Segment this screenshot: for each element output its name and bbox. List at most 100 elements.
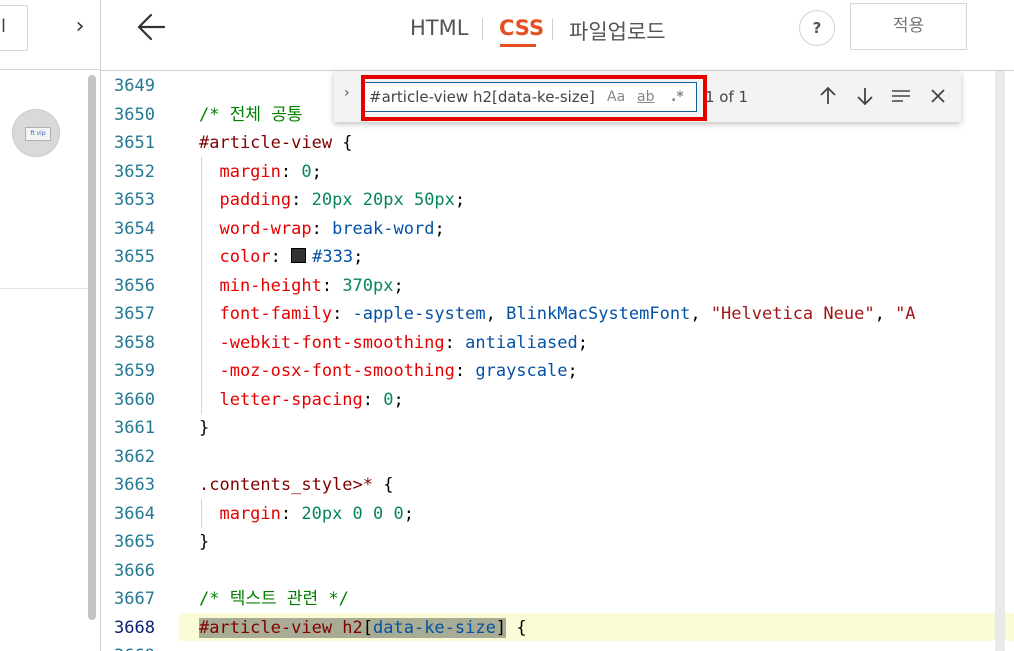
code-lines[interactable]: /* 전체 공통 #article-view { margin: 0; paddi…: [179, 71, 1014, 651]
code-token: }: [199, 532, 210, 552]
code-token: 20px 20px 50px: [311, 190, 455, 210]
code-line[interactable]: word-wrap: break-word;: [199, 215, 445, 243]
code-token: -moz-osx-font-smoothing: [199, 361, 455, 381]
editor-toolbar: HTML CSS 파일업로드 ? 적용: [101, 0, 1014, 71]
line-number: 3665: [114, 532, 155, 552]
avatar-sign: ft vip: [25, 127, 51, 141]
code-line[interactable]: #article-view h2[data-ke-size] {: [199, 614, 527, 642]
chevron-right-icon[interactable]: ›: [66, 9, 94, 45]
code-token: margin: [199, 503, 281, 524]
code-token: :: [280, 161, 302, 182]
line-number: 3656: [114, 275, 155, 296]
code-token: letter-spacing: [199, 389, 363, 410]
search-match-token: #article-view h2: [199, 617, 363, 638]
code-token: /* 텍스트 관련 */: [199, 589, 349, 609]
left-scrollbar[interactable]: [88, 75, 96, 620]
help-button[interactable]: ?: [799, 10, 835, 46]
line-number: 3669: [114, 642, 155, 651]
line-number: 3663: [114, 475, 155, 495]
color-swatch[interactable]: [291, 248, 307, 263]
code-line[interactable]: -webkit-font-smoothing: antialiased;: [199, 329, 588, 357]
code-token: /* 전체 공통: [199, 104, 303, 125]
code-line[interactable]: /* 전체 공통: [199, 101, 303, 129]
line-number: 3661: [114, 418, 155, 438]
close-icon[interactable]: [927, 84, 949, 108]
apply-button[interactable]: 적용: [850, 3, 967, 50]
arrow-up-icon[interactable]: [817, 84, 839, 108]
avatar[interactable]: ft vip: [12, 109, 60, 157]
tab-css[interactable]: CSS: [499, 16, 544, 40]
annotation-highlight-box: [361, 75, 707, 121]
left-divider-top: [0, 69, 100, 70]
toggle-replace-icon[interactable]: ›: [344, 85, 350, 101]
code-line[interactable]: -moz-osx-font-smoothing: grayscale;: [199, 357, 578, 385]
code-token: padding: [199, 190, 292, 210]
code-line[interactable]: .contents_style>* {: [199, 471, 393, 499]
code-token: #333: [312, 247, 354, 267]
code-editor[interactable]: 3649 3650 3651 3652 3653 3654 3655 3656 3657 3658…: [101, 71, 1014, 651]
code-token: 0: [301, 161, 312, 182]
code-token: :: [444, 332, 466, 353]
tab-file-upload[interactable]: 파일업로드: [569, 16, 666, 46]
tab-html[interactable]: HTML: [410, 16, 468, 40]
code-line[interactable]: letter-spacing: 0;: [199, 386, 403, 414]
code-token: :: [280, 503, 302, 524]
line-number: 3668: [114, 617, 155, 638]
code-token: :: [311, 218, 333, 239]
code-token: break-word: [332, 218, 435, 239]
code-token: 370px: [342, 275, 394, 296]
find-in-selection-icon[interactable]: [890, 84, 912, 108]
code-token: ;: [567, 361, 578, 381]
code-line[interactable]: margin: 0;: [199, 158, 321, 186]
code-token: font-family: [199, 304, 333, 324]
code-token: :: [291, 190, 312, 210]
line-number: 3662: [114, 446, 155, 467]
code-token: "Helvetica Neue": [710, 304, 875, 324]
code-token: -apple-system: [352, 304, 486, 324]
code-line[interactable]: #article-view {: [199, 129, 353, 157]
code-line[interactable]: padding: 20px 20px 50px;: [199, 186, 465, 214]
search-match-token: ]: [495, 617, 507, 638]
code-token: ;: [434, 218, 445, 239]
arrow-down-icon[interactable]: [854, 84, 876, 108]
code-token: #article-view: [199, 133, 333, 153]
code-line[interactable]: }: [199, 414, 209, 442]
code-token: ;: [454, 190, 466, 210]
code-line[interactable]: color: #333;: [199, 243, 363, 271]
code-token: margin: [199, 161, 281, 182]
code-token: }: [199, 418, 210, 438]
tab-separator: [552, 18, 553, 40]
code-token: ;: [577, 332, 588, 353]
code-token: color: [199, 247, 271, 267]
line-number: 3658: [114, 332, 155, 353]
code-line[interactable]: /* 텍스트 관련 */: [199, 585, 349, 613]
line-number: 3650: [114, 104, 155, 125]
code-token: -webkit-font-smoothing: [199, 332, 445, 353]
left-pane: l › ft vip: [0, 0, 100, 651]
code-token: 20px 0 0 0: [301, 503, 404, 524]
code-token: {: [506, 617, 527, 638]
code-token: :: [332, 304, 353, 324]
line-number: 3666: [114, 560, 155, 581]
code-token: :: [454, 361, 476, 381]
editor-scrollbar[interactable]: [995, 71, 1005, 651]
code-token: {: [332, 133, 353, 153]
line-number: 3655: [114, 247, 155, 267]
line-number: 3660: [114, 389, 155, 410]
left-input-text: l: [1, 16, 7, 37]
arrow-left-icon[interactable]: [134, 10, 174, 44]
line-number: 3651: [114, 133, 155, 153]
left-search-field[interactable]: l: [0, 5, 28, 51]
code-line[interactable]: }: [199, 528, 209, 556]
code-token: BlinkMacSystemFont: [506, 304, 691, 324]
code-line[interactable]: margin: 20px 0 0 0;: [199, 500, 414, 528]
code-token: ;: [403, 503, 414, 524]
line-number: 3664: [114, 503, 155, 524]
search-match-token: [: [362, 617, 374, 638]
code-token: .contents_style>*: [199, 475, 373, 495]
code-line[interactable]: min-height: 370px;: [199, 272, 403, 300]
code-token: antialiased: [465, 332, 578, 353]
code-token: "A: [895, 304, 916, 324]
find-result-count: 1 of 1: [705, 88, 749, 106]
code-line[interactable]: font-family: -apple-system, BlinkMacSyst…: [199, 300, 916, 328]
